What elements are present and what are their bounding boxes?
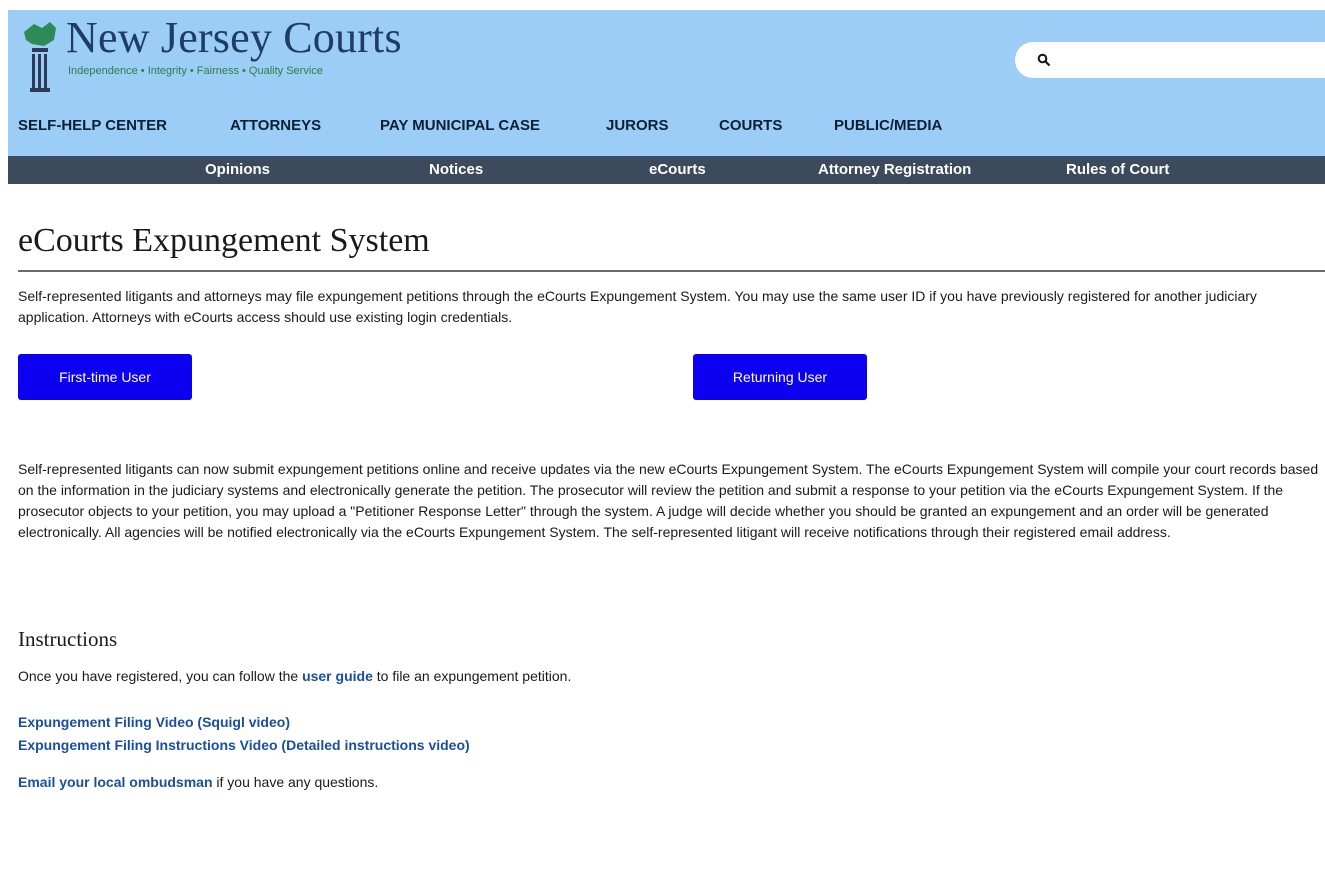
video-link-line-1: Expungement Filing Video (Squigl video) xyxy=(18,714,290,730)
ombudsman-suffix: if you have any questions. xyxy=(216,774,379,790)
secondary-nav: Opinions Notices eCourts Attorney Regist… xyxy=(8,156,1325,184)
subnav-ecourts[interactable]: eCourts xyxy=(649,161,706,178)
site-title[interactable]: New Jersey Courts xyxy=(66,12,402,63)
nav-self-help-center[interactable]: SELF-HELP CENTER xyxy=(18,117,167,134)
user-guide-link[interactable]: user guide xyxy=(302,668,373,684)
nav-pay-municipal-case[interactable]: PAY MUNICIPAL CASE xyxy=(380,117,540,134)
nav-public-media[interactable]: PUBLIC/MEDIA xyxy=(834,117,942,134)
description-paragraph: Self-represented litigants can now submi… xyxy=(18,461,1319,540)
returning-user-button[interactable]: Returning User xyxy=(693,354,867,400)
nav-jurors[interactable]: JURORS xyxy=(606,117,669,134)
subnav-attorney-registration[interactable]: Attorney Registration xyxy=(818,161,971,178)
user-guide-prefix: Once you have registered, you can follow… xyxy=(18,668,299,684)
expungement-instructions-video-link[interactable]: Expungement Filing Instructions Video (D… xyxy=(18,737,470,753)
first-time-user-button[interactable]: First-time User xyxy=(18,354,192,400)
title-divider xyxy=(18,270,1325,272)
user-guide-suffix: to file an expungement petition. xyxy=(376,668,572,684)
user-guide-line: Once you have registered, you can follow… xyxy=(18,668,571,684)
nav-attorneys[interactable]: ATTORNEYS xyxy=(230,117,321,134)
page-title: eCourts Expungement System xyxy=(18,222,430,259)
subnav-opinions[interactable]: Opinions xyxy=(205,161,270,178)
main-nav: SELF-HELP CENTER ATTORNEYS PAY MUNICIPAL… xyxy=(8,117,1325,139)
courthouse-logo-icon[interactable] xyxy=(20,18,60,96)
intro-paragraph: Self-represented litigants and attorneys… xyxy=(18,288,1257,325)
instructions-heading: Instructions xyxy=(18,627,118,651)
subnav-rules-of-court[interactable]: Rules of Court xyxy=(1066,161,1169,178)
ombudsman-line: Email your local ombudsman if you have a… xyxy=(18,774,378,790)
site-header: New Jersey Courts Independence • Integri… xyxy=(8,10,1325,156)
expungement-filing-video-link[interactable]: Expungement Filing Video (Squigl video) xyxy=(18,714,290,730)
search-icon[interactable] xyxy=(1037,53,1051,67)
video-link-line-2: Expungement Filing Instructions Video (D… xyxy=(18,737,470,753)
site-tagline: Independence • Integrity • Fairness • Qu… xyxy=(68,65,323,77)
subnav-notices[interactable]: Notices xyxy=(429,161,483,178)
nav-courts[interactable]: COURTS xyxy=(719,117,782,134)
search-box[interactable] xyxy=(1015,42,1325,78)
email-ombudsman-link[interactable]: Email your local ombudsman xyxy=(18,774,213,790)
